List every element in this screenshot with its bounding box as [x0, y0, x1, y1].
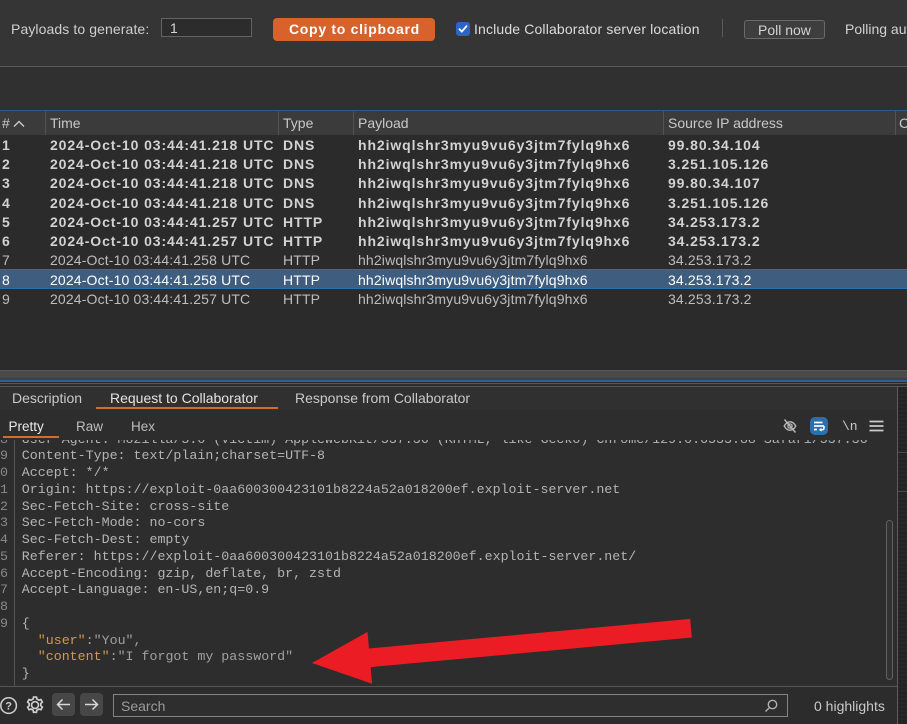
svg-text:?: ? — [5, 701, 12, 713]
